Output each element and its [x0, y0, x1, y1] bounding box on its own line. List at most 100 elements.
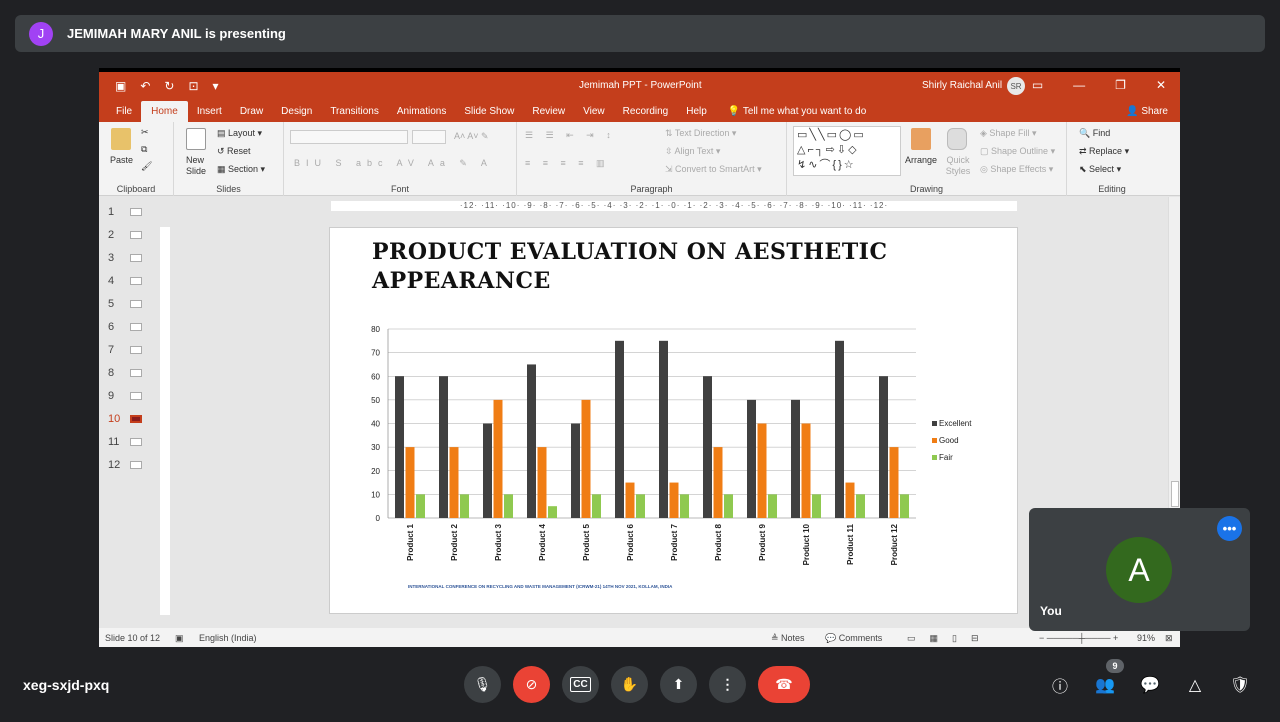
raise-hand-button[interactable]: ✋	[611, 666, 648, 703]
captions-button[interactable]: CC	[562, 666, 599, 703]
slide-thumbnail[interactable]: 5	[108, 298, 142, 310]
restore-icon[interactable]: ❐	[1115, 78, 1126, 92]
tab-review[interactable]: Review	[523, 106, 574, 122]
slide-thumbnail[interactable]: 9	[108, 390, 142, 402]
tab-view[interactable]: View	[574, 106, 614, 122]
section-button[interactable]: ▦ Section ▾	[217, 164, 265, 175]
y-tick-label: 50	[371, 396, 380, 405]
tab-home[interactable]: Home	[141, 101, 188, 122]
paste-button[interactable]: Paste	[110, 155, 133, 165]
quick-styles-button[interactable]: Quick Styles	[943, 155, 973, 177]
people-count-badge: 9	[1106, 659, 1124, 673]
quick-styles-icon[interactable]	[947, 128, 967, 150]
slide-thumbnail[interactable]: 8	[108, 367, 142, 379]
present-button[interactable]: ⬆	[660, 666, 697, 703]
font-size-select[interactable]	[412, 130, 446, 144]
format-painter-icon[interactable]: 🖌	[141, 161, 152, 172]
present-icon[interactable]: ⊡	[188, 79, 198, 93]
slide-thumbnail[interactable]: 3	[108, 252, 142, 264]
convert-smartart-button[interactable]: ⇲ Convert to SmartArt ▾	[665, 164, 762, 175]
shape-outline-button[interactable]: ▢ Shape Outline ▾	[980, 146, 1055, 157]
activities-icon[interactable]: △	[1183, 673, 1207, 697]
spellcheck-icon[interactable]: ▣	[175, 633, 184, 644]
font-name-select[interactable]	[290, 130, 408, 144]
view-buttons[interactable]: ▭▦▯⊟	[907, 633, 993, 644]
grow-font-icon[interactable]: A˄ A˅ ✎	[454, 131, 489, 142]
slide-thumbnail[interactable]: 10	[108, 413, 142, 425]
slide-number: 2	[108, 229, 115, 241]
slide-canvas[interactable]: PRODUCT EVALUATION ON AESTHETIC APPEARAN…	[329, 227, 1018, 614]
shape-fill-button[interactable]: ◈ Shape Fill ▾	[980, 128, 1036, 139]
tab-insert[interactable]: Insert	[188, 106, 231, 122]
slide-thumbnail[interactable]: 1	[108, 206, 142, 218]
slide-thumbnail[interactable]: 2	[108, 229, 142, 241]
tab-help[interactable]: Help	[677, 106, 716, 122]
bar-good	[405, 447, 415, 518]
text-direction-button[interactable]: ⇅ Text Direction ▾	[665, 128, 736, 139]
undo-icon[interactable]: ↶	[140, 79, 150, 93]
leave-call-button[interactable]: ☎	[758, 666, 810, 703]
people-icon[interactable]: 👥	[1093, 673, 1117, 697]
fit-slide-icon[interactable]: ⊠	[1165, 633, 1173, 644]
bar-fair	[504, 494, 513, 518]
tab-file[interactable]: File	[107, 106, 141, 122]
slide-thumbnail[interactable]: 7	[108, 344, 142, 356]
comments-button[interactable]: 💬 Comments	[825, 633, 882, 644]
tab-design[interactable]: Design	[272, 106, 321, 122]
tab-slide-show[interactable]: Slide Show	[455, 106, 523, 122]
arrange-icon[interactable]	[911, 128, 931, 150]
tab-recording[interactable]: Recording	[614, 106, 678, 122]
presenter-text: JEMIMAH MARY ANIL is presenting	[67, 26, 286, 41]
tab-animations[interactable]: Animations	[388, 106, 455, 122]
chat-icon[interactable]: 💬	[1138, 673, 1162, 697]
copy-icon[interactable]: ⧉	[141, 144, 147, 155]
share-button[interactable]: 👤 Share	[1126, 106, 1168, 117]
select-button[interactable]: ⬉ Select ▾	[1079, 164, 1121, 175]
bar-fair	[724, 494, 733, 518]
info-icon[interactable]: ⓘ	[1048, 673, 1072, 697]
shapes-gallery[interactable]: ▭╲╲▭◯▭ △⌐┐⇨⇩◇ ↯∿⌒{}☆	[793, 126, 901, 176]
new-slide-icon[interactable]	[186, 128, 206, 150]
align-text-button[interactable]: ⇳ Align Text ▾	[665, 146, 720, 157]
cut-icon[interactable]: ✂	[141, 127, 149, 138]
language-indicator[interactable]: English (India)	[199, 633, 257, 643]
list-icons[interactable]: ☰ ☰ ⇤ ⇥ ↕	[525, 130, 616, 141]
slide-thumbnail[interactable]: 11	[108, 436, 142, 448]
arrange-button[interactable]: Arrange	[905, 155, 937, 165]
zoom-slider[interactable]: − ─────┼──── +	[1039, 633, 1118, 643]
bar-chart[interactable]: 0 10 20 30 40 50 60 70 80 Product 1 Product 2 Produ…	[330, 228, 1019, 615]
slide-thumbnail[interactable]: 12	[108, 459, 142, 471]
tab-draw[interactable]: Draw	[231, 106, 272, 122]
slide-thumbnail[interactable]: 4	[108, 275, 142, 287]
find-button[interactable]: 🔍 Find	[1079, 128, 1110, 139]
ribbon-display-icon[interactable]: ▭	[1032, 78, 1043, 92]
more-options-button[interactable]: •••	[1217, 516, 1242, 541]
account-name[interactable]: Shirly Raichal Anil	[922, 80, 1002, 91]
bar-fair	[812, 494, 821, 518]
zoom-level[interactable]: 91%	[1137, 633, 1155, 643]
replace-button[interactable]: ⇄ Replace ▾	[1079, 146, 1129, 157]
close-icon[interactable]: ✕	[1156, 78, 1166, 92]
camera-button[interactable]: ⊘	[513, 666, 550, 703]
font-format-icons[interactable]: BIU S abc AV Aa ✎ A	[294, 158, 493, 169]
layout-button[interactable]: ▤ Layout ▾	[217, 128, 262, 139]
scroll-thumb[interactable]	[1171, 481, 1179, 507]
customize-qat-icon[interactable]: ▾	[213, 79, 219, 93]
account-avatar[interactable]: SR	[1007, 77, 1025, 95]
new-slide-button[interactable]: New Slide	[186, 155, 216, 177]
reset-button[interactable]: ↺ Reset	[217, 146, 251, 157]
more-actions-button[interactable]: ⋮	[709, 666, 746, 703]
tab-transitions[interactable]: Transitions	[321, 106, 388, 122]
save-icon[interactable]: ▣	[115, 79, 126, 93]
align-icons[interactable]: ≡ ≡ ≡ ≡ ▥	[525, 158, 610, 169]
microphone-button[interactable]: 🎙	[464, 666, 501, 703]
tell-me-search[interactable]: 💡 Tell me what you want to do	[728, 106, 866, 122]
bar-fair	[636, 494, 645, 518]
slide-thumbnail[interactable]: 6	[108, 321, 142, 333]
host-controls-icon[interactable]: 🛡	[1228, 673, 1252, 697]
shape-effects-button[interactable]: ◎ Shape Effects ▾	[980, 164, 1053, 175]
paste-icon[interactable]	[111, 128, 131, 150]
notes-button[interactable]: ≜ Notes	[771, 633, 805, 644]
minimize-icon[interactable]: —	[1073, 78, 1085, 92]
redo-icon[interactable]: ↻	[164, 79, 174, 93]
